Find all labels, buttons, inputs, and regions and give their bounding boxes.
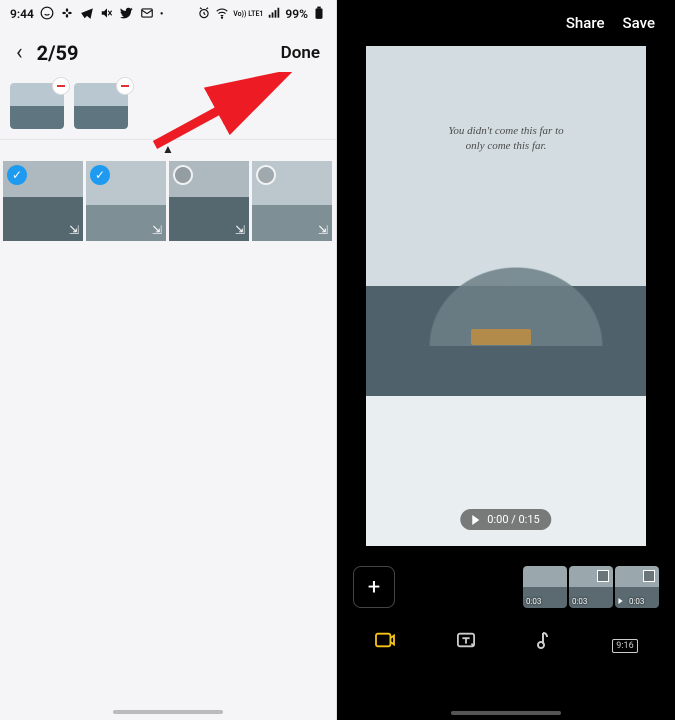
alarm-icon <box>197 6 211 23</box>
whatsapp-icon <box>40 6 54 23</box>
home-indicator <box>113 710 223 714</box>
share-button[interactable]: Share <box>566 14 605 32</box>
expand-icon[interactable]: ⇲ <box>235 223 245 237</box>
save-button[interactable]: Save <box>623 14 655 32</box>
battery-icon <box>312 6 326 23</box>
photo-grid-item[interactable]: ✓ ⇲ <box>86 161 166 241</box>
overlay-quote-text: You didn't come this far to only come th… <box>366 124 646 154</box>
clip-strip: 0:03 0:03 0:03 <box>523 566 659 608</box>
add-clip-button[interactable]: + <box>353 566 395 608</box>
telegram-icon <box>80 6 94 23</box>
transition-icon[interactable] <box>643 570 655 582</box>
slack-icon <box>60 6 74 23</box>
transition-icon[interactable] <box>597 570 609 582</box>
timeline-clip[interactable]: 0:03 <box>569 566 613 608</box>
signal-icon <box>267 6 281 23</box>
expand-icon[interactable]: ⇲ <box>69 223 79 237</box>
timeline-clip[interactable]: 0:03 <box>615 566 659 608</box>
unchecked-circle-icon[interactable] <box>173 165 193 185</box>
unchecked-circle-icon[interactable] <box>256 165 276 185</box>
photo-picker-screen: 9:44 • <box>0 0 337 720</box>
timeline-row: + 0:03 0:03 0:03 <box>337 556 675 616</box>
back-button[interactable]: ‹ <box>16 40 23 65</box>
selected-thumbnails-row <box>0 83 336 139</box>
checkmark-icon[interactable]: ✓ <box>7 165 27 185</box>
aspect-ratio-button[interactable]: 9:16 <box>612 632 637 653</box>
timeline-clip[interactable]: 0:03 <box>523 566 567 608</box>
photo-grid-item[interactable]: ⇲ <box>169 161 249 241</box>
preview-area: You didn't come this far to only come th… <box>337 46 675 556</box>
photo-grid-item[interactable]: ✓ ⇲ <box>3 161 83 241</box>
clip-duration: 0:03 <box>629 597 644 606</box>
editor-toolbar: 9:16 <box>337 616 675 665</box>
mute-icon <box>100 6 114 23</box>
expand-icon[interactable]: ⇲ <box>318 223 328 237</box>
photo-grid: ✓ ⇲ ✓ ⇲ ⇲ ⇲ <box>0 158 336 244</box>
playback-time: 0:00 / 0:15 <box>487 513 539 526</box>
wifi-icon <box>215 6 229 23</box>
status-time: 9:44 <box>10 7 34 21</box>
video-editor-screen: Share Save You didn't come this far to o… <box>337 0 675 720</box>
picker-header: ‹ 2/59 Done <box>0 28 336 83</box>
clip-duration: 0:03 <box>526 597 541 606</box>
text-tool-icon[interactable] <box>455 631 477 654</box>
video-preview[interactable]: You didn't come this far to only come th… <box>366 46 646 546</box>
done-button[interactable]: Done <box>281 43 320 63</box>
photo-grid-item[interactable]: ⇲ <box>252 161 332 241</box>
mail-icon <box>140 6 154 23</box>
remove-selected-icon[interactable] <box>116 77 134 95</box>
twitter-icon <box>120 6 134 23</box>
selection-counter: 2/59 <box>37 41 79 65</box>
checkmark-icon[interactable]: ✓ <box>90 165 110 185</box>
preview-scenery <box>471 329 531 345</box>
expand-icon[interactable]: ⇲ <box>152 223 162 237</box>
video-tool-icon[interactable] <box>374 631 396 654</box>
selected-thumb[interactable] <box>74 83 128 129</box>
battery-pct: 99% <box>285 7 308 21</box>
more-dot-icon: • <box>160 9 164 20</box>
remove-selected-icon[interactable] <box>52 77 70 95</box>
lte-label: Vo)) LTE1 <box>233 11 263 18</box>
home-indicator <box>451 711 561 715</box>
clip-duration: 0:03 <box>572 597 587 606</box>
playback-bar[interactable]: 0:00 / 0:15 <box>460 509 551 530</box>
music-tool-icon[interactable] <box>536 630 554 655</box>
play-icon[interactable] <box>472 515 479 525</box>
collapse-caret-icon[interactable]: ▲ <box>0 139 336 158</box>
editor-header: Share Save <box>337 0 675 46</box>
selected-thumb[interactable] <box>10 83 64 129</box>
status-bar: 9:44 • <box>0 0 336 28</box>
play-icon <box>618 598 622 604</box>
